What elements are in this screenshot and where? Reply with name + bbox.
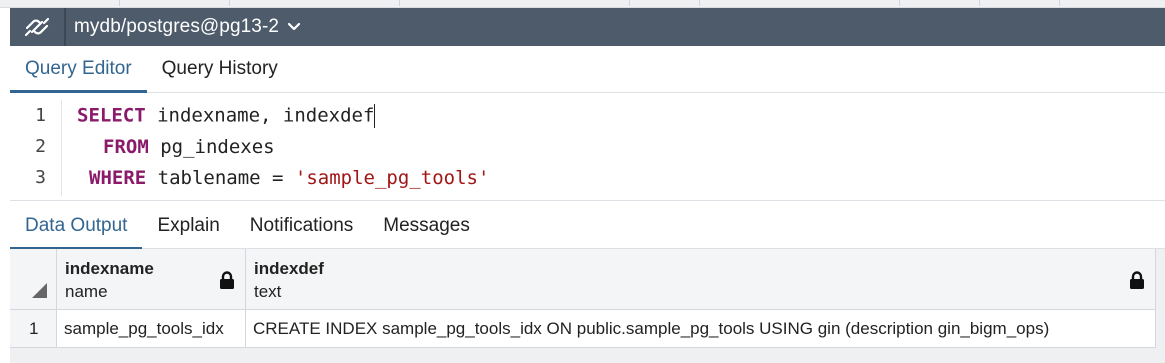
top-toolbar-strip [0,0,1165,8]
code-text: SELECT indexname, indexdef [77,103,376,128]
connection-bar: mydb/postgres@pg13-2 [10,8,1165,46]
tab-explain[interactable]: Explain [142,202,234,249]
sql-text: tablename = [146,166,295,189]
elephant-link-icon[interactable] [10,8,66,46]
code-line: 1 SELECT indexname, indexdef [10,100,1165,131]
line-number: 1 [35,105,46,126]
query-tabs: Query Editor Query History [10,46,1165,93]
column-header-indexdef[interactable]: indexdef text [246,249,1156,309]
sql-text: indexname, indexdef [145,104,375,126]
select-all-corner[interactable] [10,249,57,309]
chevron-down-icon[interactable] [287,20,301,34]
toolbar-segment [400,0,630,6]
column-type: name [65,282,108,301]
sql-text: pg_indexes [148,135,275,158]
toolbar-segment [980,0,1060,6]
row-number[interactable]: 1 [10,310,57,347]
table-cell-indexname[interactable]: sample_pg_tools_idx [57,310,246,347]
code-line: 3 WHERE tablename = 'sample_pg_tools' [10,162,1165,193]
toolbar-segment [700,0,900,6]
result-tabs: Data Output Explain Notifications Messag… [10,202,1165,250]
sql-keyword: SELECT [77,104,146,126]
connection-label[interactable]: mydb/postgres@pg13-2 [74,16,279,38]
data-output-grid: indexname name indexdef text 1 sample_pg… [10,249,1165,363]
table-cell-indexdef[interactable]: CREATE INDEX sample_pg_tools_idx ON publ… [246,310,1156,347]
sql-string: 'sample_pg_tools' [294,166,490,189]
code-text: WHERE tablename = 'sample_pg_tools' [89,167,489,189]
column-type: text [254,282,282,301]
tab-query-editor[interactable]: Query Editor [10,45,147,93]
toolbar-segment [120,0,230,6]
sql-editor[interactable]: 1 SELECT indexname, indexdef 2 FROM pg_i… [10,94,1165,201]
table-row[interactable]: 1 sample_pg_tools_idx CREATE INDEX sampl… [10,310,1156,348]
column-name: indexdef [254,259,324,278]
toolbar-segment [60,0,120,6]
column-name: indexname [65,259,154,278]
tab-notifications[interactable]: Notifications [235,202,369,249]
text-cursor [374,103,376,128]
line-number: 3 [35,167,46,188]
toolbar-segment [230,0,400,6]
lock-icon [219,271,235,289]
tab-messages[interactable]: Messages [368,202,485,249]
code-line: 2 FROM pg_indexes [10,131,1165,162]
tab-data-output[interactable]: Data Output [10,202,143,250]
grid-header-row: indexname name indexdef text [10,249,1156,310]
sql-keyword: WHERE [89,166,147,189]
toolbar-segment [630,0,700,6]
tab-query-history[interactable]: Query History [147,45,293,92]
column-header-indexname[interactable]: indexname name [57,249,246,309]
toolbar-segment [900,0,980,6]
sql-keyword: FROM [103,135,149,158]
line-number: 2 [35,136,46,157]
lock-icon [1129,271,1145,289]
corner-triangle-icon [32,283,47,298]
code-text: FROM pg_indexes [103,136,275,158]
